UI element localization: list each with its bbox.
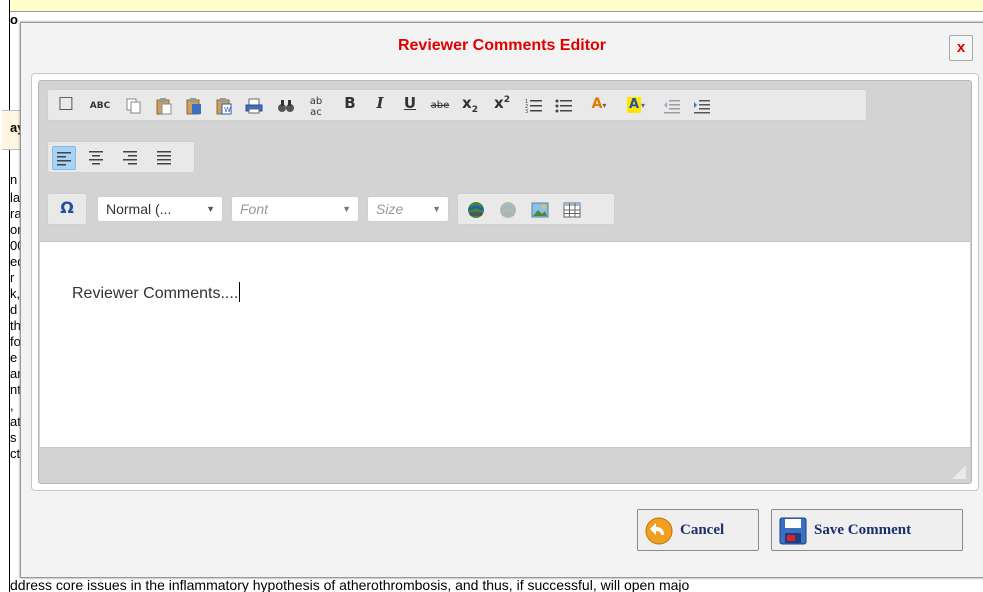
- justify-icon[interactable]: [152, 146, 176, 170]
- toolbar-group-insert: [457, 193, 615, 225]
- editor-content-area[interactable]: Reviewer Comments....: [40, 241, 970, 448]
- font-dropdown-value: Font: [240, 201, 269, 217]
- background-text-fragment: k,: [10, 286, 21, 301]
- background-text-fragment: e: [10, 350, 18, 365]
- new-page-icon[interactable]: ☐: [54, 94, 78, 118]
- superscript-icon[interactable]: x2: [490, 94, 514, 118]
- toolbar-group-align: [47, 141, 195, 173]
- background-text-fragment: ct: [10, 446, 21, 461]
- editor-text: Reviewer Comments....: [72, 282, 241, 303]
- text-caret: [239, 282, 241, 302]
- svg-text:3: 3: [525, 109, 528, 115]
- align-left-icon[interactable]: [52, 146, 76, 170]
- chevron-down-icon: ▼: [342, 204, 351, 214]
- rich-text-editor: ☐ ABC W ab ac B I U abe x2 x2 1 2 3 A▾ A…: [38, 80, 972, 484]
- numbered-list-icon[interactable]: 123: [522, 94, 546, 118]
- background-left-border: [0, 0, 10, 592]
- paste-icon[interactable]: [152, 94, 176, 118]
- image-icon[interactable]: [528, 198, 552, 222]
- find-icon[interactable]: [274, 94, 298, 118]
- outdent-icon[interactable]: [660, 94, 684, 118]
- indent-icon[interactable]: [690, 94, 714, 118]
- bulleted-list-icon[interactable]: [552, 94, 576, 118]
- paste-text-icon[interactable]: [182, 94, 206, 118]
- toolbar-group-special: Ω: [47, 193, 87, 225]
- dialog-title-bar: Reviewer Comments Editor x: [21, 23, 983, 69]
- chevron-down-icon: ▼: [432, 204, 441, 214]
- reviewer-comments-dialog: Reviewer Comments Editor x ☐ ABC W ab ac…: [20, 22, 983, 578]
- dialog-body: ☐ ABC W ab ac B I U abe x2 x2 1 2 3 A▾ A…: [31, 73, 979, 491]
- background-header-bar: [0, 0, 983, 12]
- align-right-icon[interactable]: [118, 146, 142, 170]
- table-icon[interactable]: [560, 198, 584, 222]
- unlink-icon[interactable]: [496, 198, 520, 222]
- save-comment-button[interactable]: Save Comment: [771, 509, 963, 551]
- size-dropdown-value: Size: [376, 201, 404, 217]
- toolbar-group-main: ☐ ABC W ab ac B I U abe x2 x2 1 2 3 A▾ A…: [47, 89, 867, 121]
- italic-icon[interactable]: I: [368, 94, 392, 118]
- spellcheck-icon[interactable]: ABC: [88, 94, 112, 118]
- link-icon[interactable]: [464, 198, 488, 222]
- background-text-fragment: s: [10, 430, 17, 445]
- chevron-down-icon: ▼: [206, 204, 215, 214]
- background-text-fragment: d: [10, 302, 18, 317]
- font-dropdown[interactable]: Font ▼: [231, 196, 359, 222]
- bold-icon[interactable]: B: [338, 94, 362, 118]
- background-color-icon[interactable]: A ▾: [620, 94, 652, 118]
- floppy-disk-icon: [779, 517, 807, 545]
- replace-icon[interactable]: ab ac: [304, 94, 328, 118]
- underline-icon[interactable]: U: [398, 94, 422, 118]
- background-text-fragment: ,: [10, 398, 14, 413]
- undo-arrow-icon: [645, 517, 673, 545]
- cancel-button[interactable]: Cancel: [637, 509, 759, 551]
- text-color-icon[interactable]: A▾: [584, 94, 614, 118]
- strikethrough-icon[interactable]: abe: [428, 94, 452, 118]
- paste-word-icon[interactable]: W: [212, 94, 236, 118]
- format-dropdown[interactable]: Normal (... ▼: [97, 196, 223, 222]
- copy-icon[interactable]: [122, 94, 146, 118]
- size-dropdown[interactable]: Size ▼: [367, 196, 449, 222]
- background-bottom-text: ddress core issues in the inflammatory h…: [10, 578, 690, 592]
- format-dropdown-value: Normal (...: [106, 201, 172, 217]
- special-character-icon[interactable]: Ω: [55, 198, 79, 222]
- background-text-fragment: o: [10, 12, 18, 27]
- background-text-fragment: r: [10, 270, 15, 285]
- background-text-fragment: n: [10, 172, 18, 187]
- close-button[interactable]: x: [949, 35, 973, 61]
- svg-text:W: W: [224, 106, 231, 114]
- resize-grip-icon[interactable]: [952, 465, 966, 479]
- print-icon[interactable]: [242, 94, 266, 118]
- align-center-icon[interactable]: [84, 146, 108, 170]
- background-text-fragment: la: [10, 190, 21, 205]
- editor-status-bar: [40, 449, 970, 483]
- subscript-icon[interactable]: x2: [458, 94, 482, 118]
- dialog-title: Reviewer Comments Editor: [397, 37, 607, 54]
